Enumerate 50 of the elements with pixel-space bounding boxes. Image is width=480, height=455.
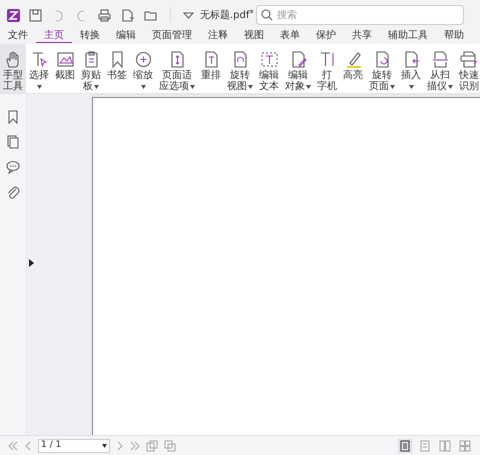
search-field[interactable]: 搜索 (256, 5, 464, 25)
paperclip-icon[interactable] (6, 185, 20, 199)
ribbon-button[interactable]: 编辑 对象 (282, 44, 314, 93)
expand-arrow-icon[interactable] (28, 259, 34, 267)
image-icon (56, 50, 74, 69)
app-logo-icon[interactable] (7, 8, 20, 22)
dropdown-arrow-icon (102, 444, 107, 448)
new-file-icon[interactable] (120, 8, 135, 22)
menu-tab[interactable]: 文件 (0, 30, 36, 43)
edit-text-icon (260, 50, 278, 69)
ribbon-button[interactable]: 从扫 描仪 (424, 44, 456, 93)
menu-tab[interactable]: 视图 (236, 30, 272, 43)
menu-tab[interactable]: 转换 (72, 30, 108, 43)
menu-tab[interactable]: 辅助工具 (380, 30, 436, 43)
ribbon-button[interactable]: 旋转 视图 (224, 44, 256, 93)
document-title: 无标题.pdf (200, 10, 250, 22)
menu-tab[interactable]: 编辑 (108, 30, 144, 43)
ribbon-button[interactable]: 重排 (198, 44, 224, 93)
customize-arrow-icon[interactable] (183, 10, 194, 20)
ribbon-button[interactable]: 缩放 (130, 44, 156, 93)
ribbon-button[interactable]: 截图 (52, 44, 78, 93)
ribbon-button[interactable]: 页面适 应选项 (156, 44, 198, 93)
menu-tab[interactable]: 共享 (344, 30, 380, 43)
save-icon[interactable] (28, 8, 43, 22)
menu-tab[interactable]: 页面管理 (144, 30, 200, 43)
pages-icon[interactable] (6, 135, 20, 149)
single-page-view-icon[interactable] (398, 438, 412, 452)
search-icon (260, 9, 273, 21)
ribbon-button[interactable]: 快速 识别 (456, 44, 480, 93)
ribbon-button[interactable]: 打 字机 (314, 44, 340, 93)
menu-tab[interactable]: 注释 (200, 30, 236, 43)
zoom-icon (134, 50, 152, 69)
ribbon-button[interactable]: 选择 (26, 44, 52, 93)
ribbon-button[interactable]: 书签 (104, 44, 130, 93)
ribbon-button[interactable]: 手型 工具 (0, 44, 26, 93)
menu-tab[interactable]: 表单 (272, 30, 308, 43)
ribbon-button[interactable]: 插入 (398, 44, 424, 93)
page-field[interactable]: 1 / 1 (38, 438, 110, 452)
menu-tab[interactable]: 主页 (36, 30, 72, 43)
ribbon-button[interactable]: 编辑 文本 (256, 44, 282, 93)
print-icon[interactable] (97, 8, 112, 22)
ribbon-button[interactable]: 高亮 (340, 44, 366, 93)
menu-tab[interactable]: 帮助 (436, 30, 472, 43)
ribbon-button[interactable]: 剪贴 板 (78, 44, 104, 93)
ribbon-button[interactable]: 旋转 页面 (366, 44, 398, 93)
bookmark-icon[interactable] (6, 110, 20, 124)
comment-icon[interactable] (6, 160, 20, 174)
scanner-icon (430, 50, 450, 69)
menu-tab[interactable]: 保护 (308, 30, 344, 43)
modified-mark: * (249, 8, 254, 20)
